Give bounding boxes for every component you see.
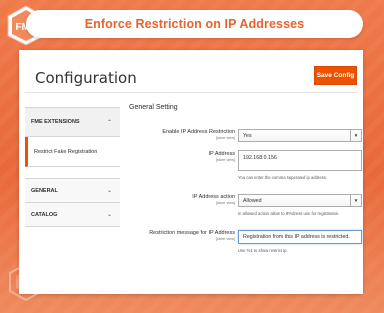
triangle-down-icon: ▼ bbox=[350, 195, 361, 206]
ip-action-select[interactable]: Allowed ▼ bbox=[238, 194, 362, 207]
scope-label: [store view] bbox=[215, 158, 235, 162]
section-title: General Setting bbox=[129, 104, 178, 111]
config-panel: Configuration Save Config FME EXTENSIONS… bbox=[19, 50, 363, 294]
enable-restriction-select[interactable]: Yes ▼ bbox=[238, 129, 362, 142]
chevron-down-icon: ⌄ bbox=[106, 212, 112, 218]
sidebar-section-catalog[interactable]: CATALOG ⌄ bbox=[25, 203, 120, 227]
field-label: Enable IP Address Restriction bbox=[162, 129, 235, 135]
restriction-message-input[interactable]: Registration from this IP address is res… bbox=[238, 230, 362, 244]
scope-label: [store view] bbox=[215, 136, 235, 140]
ip-address-textarea[interactable]: 192.168.0.156 bbox=[238, 150, 362, 171]
field-label: IP Address bbox=[208, 151, 236, 157]
textarea-value: 192.168.0.156 bbox=[243, 155, 277, 161]
field-label: IP Address action bbox=[192, 194, 235, 200]
banner: Enforce Restriction on IP Addresses bbox=[26, 10, 363, 38]
chevron-up-icon: ⌃ bbox=[106, 119, 112, 126]
field-note: You can enter the comma seperated ip add… bbox=[238, 175, 328, 180]
settings-content: General Setting Enable IP Address Restri… bbox=[129, 104, 362, 253]
fme-watermark-logo bbox=[9, 262, 43, 302]
chevron-down-icon: ⌄ bbox=[106, 188, 112, 194]
field-label: Restriction message for IP Address bbox=[149, 230, 235, 236]
page-title: Configuration bbox=[35, 69, 137, 87]
save-config-button[interactable]: Save Config bbox=[314, 66, 357, 85]
config-sidebar: FME EXTENSIONS ⌃ Restrict Fake Registrat… bbox=[25, 94, 120, 254]
field-note: Use %1 to show restrict ip. bbox=[238, 248, 288, 253]
sidebar-item-restrict-fake-registration[interactable]: Restrict Fake Registration bbox=[25, 137, 120, 167]
scope-label: [store view] bbox=[215, 237, 235, 241]
sidebar-section-general[interactable]: GENERAL ⌄ bbox=[25, 179, 120, 203]
divider bbox=[25, 92, 357, 93]
sidebar-section-label: FME EXTENSIONS bbox=[31, 119, 80, 125]
select-value: Yes bbox=[243, 132, 252, 139]
sidebar-item-label: Restrict Fake Registration bbox=[34, 148, 98, 155]
sidebar-spacer bbox=[25, 167, 120, 179]
field-note: In allowed action allow to IPAdress use … bbox=[238, 211, 340, 216]
sidebar-section-fme-extensions[interactable]: FME EXTENSIONS ⌃ bbox=[25, 107, 120, 137]
scope-label: [store view] bbox=[215, 201, 235, 205]
sidebar-section-label: CATALOG bbox=[31, 211, 58, 218]
input-value: Registration from this IP address is res… bbox=[243, 234, 350, 240]
select-value: Allowed bbox=[243, 197, 262, 204]
banner-title: Enforce Restriction on IP Addresses bbox=[84, 17, 305, 31]
sidebar-section-label: GENERAL bbox=[31, 187, 58, 194]
triangle-down-icon: ▼ bbox=[350, 130, 361, 141]
